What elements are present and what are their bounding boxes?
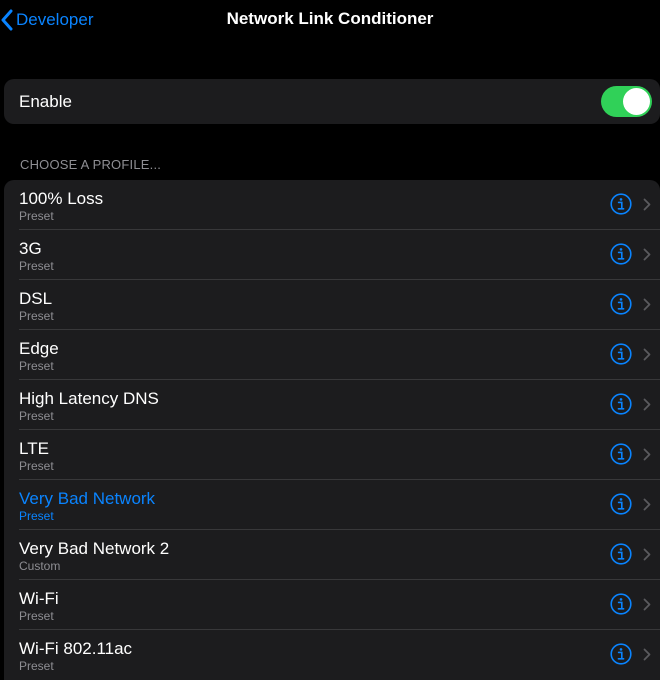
enable-toggle[interactable] [601,86,652,117]
profile-row[interactable]: Edge Preset [4,330,660,380]
profile-name: Very Bad Network [19,489,156,508]
chevron-right-icon [643,598,651,611]
info-circle-icon[interactable] [610,443,632,465]
profile-row[interactable]: Very Bad Network 2 Custom [4,530,660,580]
toggle-knob [623,88,650,115]
chevron-right-icon [643,548,651,561]
profile-type: Custom [19,559,61,573]
profile-row[interactable]: 3G Preset [4,230,660,280]
chevron-right-icon [643,198,651,211]
chevron-right-icon [643,398,651,411]
chevron-right-icon [643,498,651,511]
profile-name: 100% Loss [19,189,104,208]
profile-name: Wi-Fi 802.11ac [19,639,133,658]
info-circle-icon[interactable] [610,643,632,665]
enable-row: Enable [4,79,660,124]
profile-type: Preset [19,359,54,373]
info-circle-icon[interactable] [610,593,632,615]
chevron-right-icon [643,248,651,261]
profile-name: Edge [19,339,59,358]
profile-name: LTE [19,439,49,458]
enable-label: Enable [19,91,72,111]
profile-type: Preset [19,309,54,323]
profile-list: 100% Loss Preset 3G Preset DSL Preset Edge Pres… [4,180,660,680]
profile-row[interactable]: Wi-Fi Preset [4,580,660,630]
chevron-right-icon [643,448,651,461]
profile-type: Preset [19,459,54,473]
navigation-bar: Developer Network Link Conditioner [0,0,660,40]
profile-row[interactable]: Wi-Fi 802.11ac Preset [4,630,660,680]
chevron-right-icon [643,348,651,361]
info-circle-icon[interactable] [610,243,632,265]
chevron-right-icon [643,648,651,661]
profile-name: DSL [19,289,53,308]
section-header: CHOOSE A PROFILE... [20,157,162,172]
profile-name: Wi-Fi [19,589,59,608]
profile-type: Preset [19,409,54,423]
chevron-right-icon [643,298,651,311]
enable-group: Enable [4,79,660,124]
profile-type: Preset [19,509,54,523]
profile-type: Preset [19,209,54,223]
screen: Developer Network Link Conditioner Enabl… [0,0,660,680]
profile-name: High Latency DNS [19,389,159,408]
profile-name: Very Bad Network 2 [19,539,170,558]
info-circle-icon[interactable] [610,343,632,365]
profile-row[interactable]: 100% Loss Preset [4,180,660,230]
info-circle-icon[interactable] [610,193,632,215]
profile-row[interactable]: Very Bad Network Preset [4,480,660,530]
info-circle-icon[interactable] [610,393,632,415]
profile-name: 3G [19,239,42,258]
page-title: Network Link Conditioner [226,9,434,28]
profile-type: Preset [19,259,54,273]
profile-row[interactable]: DSL Preset [4,280,660,330]
profile-type: Preset [19,659,54,673]
profile-row[interactable]: High Latency DNS Preset [4,380,660,430]
info-circle-icon[interactable] [610,493,632,515]
profile-row[interactable]: LTE Preset [4,430,660,480]
profile-type: Preset [19,609,54,623]
info-circle-icon[interactable] [610,293,632,315]
info-circle-icon[interactable] [610,543,632,565]
